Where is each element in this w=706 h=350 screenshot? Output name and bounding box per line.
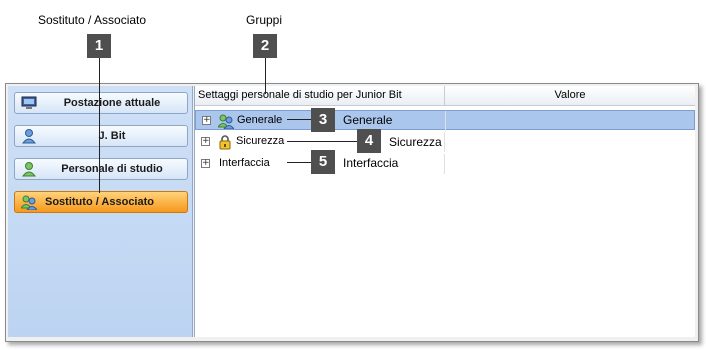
settings-grid: Settaggi personale di studio per Junior … — [194, 86, 695, 337]
callout-badge-4: 4 — [357, 129, 381, 153]
callout-line-3 — [287, 119, 311, 120]
computer-icon — [21, 95, 37, 111]
annotation-interfaccia: Interfaccia — [343, 156, 399, 170]
callout-badge-3: 3 — [311, 108, 335, 132]
callout-badge-2: 2 — [253, 34, 277, 58]
sidebar-item-j-bit[interactable]: J. Bit — [14, 125, 188, 147]
expand-icon[interactable]: + — [201, 159, 210, 168]
callout-title-gruppi: Gruppi — [246, 13, 283, 27]
group-row-generale[interactable]: + Generale — [195, 110, 695, 131]
group-row-interfaccia[interactable]: + Interfaccia — [195, 154, 695, 174]
sidebar-item-label: Postazione attuale — [63, 97, 161, 109]
callout-title-sostituto: Sostituto / Associato — [38, 13, 147, 27]
callout-line-4 — [287, 141, 357, 142]
group-label: Sicurezza — [236, 135, 285, 147]
sidebar-item-sostituto-associato[interactable]: Sostituto / Associato — [14, 191, 188, 213]
expand-icon[interactable]: + — [202, 116, 211, 125]
column-header-value[interactable]: Valore — [445, 89, 695, 101]
sidebar-item-postazione-attuale[interactable]: Postazione attuale — [14, 92, 188, 114]
associate-users-icon — [20, 194, 38, 211]
annotation-generale: Generale — [343, 113, 393, 127]
sidebar: Postazione attuale J. Bit Personale di s… — [8, 86, 193, 337]
column-header-settings[interactable]: Settaggi personale di studio per Junior … — [198, 89, 402, 101]
value-cell[interactable] — [444, 154, 445, 174]
users-icon — [217, 113, 235, 130]
callout-line-5 — [287, 162, 311, 163]
callout-line-2 — [265, 58, 266, 94]
staff-icon — [21, 161, 37, 177]
group-label: Interfaccia — [219, 157, 270, 169]
grid-header: Settaggi personale di studio per Junior … — [195, 86, 695, 106]
sidebar-item-label: Sostituto / Associato — [45, 196, 154, 208]
sidebar-item-label: Personale di studio — [61, 163, 163, 175]
value-cell[interactable] — [445, 111, 446, 131]
annotation-sicurezza: Sicurezza — [389, 135, 442, 149]
callout-badge-1: 1 — [87, 34, 111, 58]
group-label: Generale — [237, 114, 283, 126]
value-cell[interactable] — [444, 132, 445, 152]
sidebar-item-label: J. Bit — [98, 130, 126, 142]
callout-badge-5: 5 — [311, 150, 335, 174]
lock-icon — [217, 134, 233, 150]
callout-line-1 — [99, 58, 100, 193]
user-icon — [21, 128, 37, 144]
expand-icon[interactable]: + — [201, 137, 210, 146]
sidebar-item-personale-di-studio[interactable]: Personale di studio — [14, 158, 188, 180]
group-row-sicurezza[interactable]: + Sicurezza — [195, 132, 695, 152]
